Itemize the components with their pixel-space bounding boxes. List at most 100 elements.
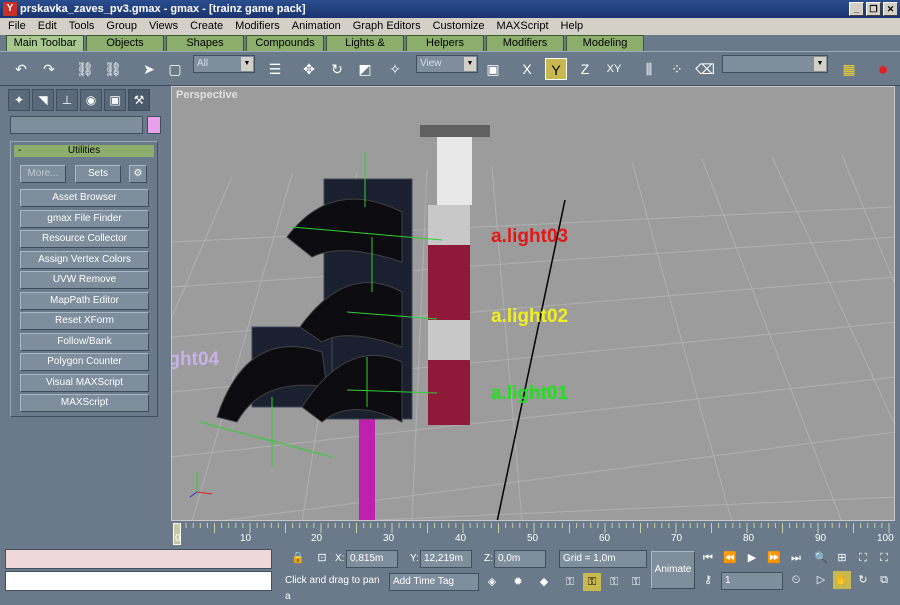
maxscript-output-mini[interactable] bbox=[5, 571, 272, 591]
perspective-viewport[interactable]: Perspective a.light03 a.light02 a.light0… bbox=[171, 86, 895, 521]
time-slider[interactable]: 0 10 20 30 40 50 60 70 80 90 100 bbox=[171, 521, 895, 547]
close-button[interactable]: ✕ bbox=[883, 2, 898, 16]
add-time-tag-button[interactable]: Add Time Tag bbox=[389, 573, 479, 591]
menu-graph-editors[interactable]: Graph Editors bbox=[347, 18, 427, 35]
select-arrow-icon[interactable]: ➤ bbox=[138, 58, 160, 80]
utilities-tab-icon[interactable]: ⚒ bbox=[128, 89, 150, 111]
animate-button[interactable]: Animate bbox=[651, 551, 695, 589]
select-region-icon[interactable]: ▢ bbox=[164, 58, 186, 80]
goto-start-icon[interactable]: ⏮ bbox=[699, 549, 717, 567]
eraser-icon[interactable]: ⌫ bbox=[694, 58, 716, 80]
keyframe-icon[interactable]: ⚿ bbox=[583, 573, 601, 591]
object-color-swatch[interactable] bbox=[147, 116, 161, 134]
restore-button[interactable]: ❐ bbox=[866, 2, 881, 16]
field-of-view-icon[interactable]: ▷ bbox=[812, 571, 830, 589]
hierarchy-tab-icon[interactable]: ⊥ bbox=[56, 89, 78, 111]
tab-helpers[interactable]: Helpers bbox=[406, 35, 484, 51]
uvw-remove-button[interactable]: UVW Remove bbox=[20, 271, 149, 289]
tab-modifiers[interactable]: Modifiers bbox=[486, 35, 564, 51]
menu-maxscript[interactable]: MAXScript bbox=[491, 18, 555, 35]
z-coordinate-field[interactable]: 0,0m bbox=[494, 550, 546, 568]
assign-vertex-colors-button[interactable]: Assign Vertex Colors bbox=[20, 251, 149, 269]
gmax-app-icon[interactable]: Y bbox=[3, 2, 17, 16]
select-by-name-icon[interactable]: ☰ bbox=[264, 58, 286, 80]
zoom-all-icon[interactable]: ⊞ bbox=[833, 549, 851, 567]
tab-objects[interactable]: Objects bbox=[86, 35, 164, 51]
maxscript-listener-mini[interactable] bbox=[5, 549, 272, 569]
key-mode-toggle-icon[interactable]: ⚷ bbox=[699, 571, 717, 589]
motion-tab-icon[interactable]: ◉ bbox=[80, 89, 102, 111]
cube-icon[interactable]: ◆ bbox=[535, 573, 553, 591]
menu-tools[interactable]: Tools bbox=[63, 18, 101, 35]
sets-button[interactable]: Sets bbox=[75, 165, 121, 183]
goto-end-icon[interactable]: ⏭ bbox=[787, 549, 805, 567]
mirror-icon[interactable]: ⫼ bbox=[638, 58, 660, 80]
menu-group[interactable]: Group bbox=[100, 18, 143, 35]
zoom-extents-icon[interactable]: ⛶ bbox=[854, 549, 872, 567]
asset-browser-button[interactable]: Asset Browser bbox=[20, 189, 149, 207]
rotate-icon[interactable]: ↻ bbox=[326, 58, 348, 80]
play-icon[interactable]: ▶ bbox=[743, 549, 761, 567]
undo-icon[interactable]: ↶ bbox=[10, 58, 32, 80]
maxscript-button[interactable]: MAXScript bbox=[20, 394, 149, 412]
menu-customize[interactable]: Customize bbox=[427, 18, 491, 35]
menu-modifiers[interactable]: Modifiers bbox=[229, 18, 286, 35]
tab-compounds[interactable]: Compounds bbox=[246, 35, 324, 51]
snap-toggle-icon[interactable]: ✹ bbox=[509, 573, 527, 591]
key-icon[interactable]: ⚿ bbox=[561, 573, 579, 591]
array-icon[interactable]: ⁘ bbox=[666, 58, 688, 80]
menu-views[interactable]: Views bbox=[143, 18, 184, 35]
gmax-file-finder-button[interactable]: gmax File Finder bbox=[20, 210, 149, 228]
pan-hand-icon[interactable]: ✋ bbox=[833, 571, 851, 589]
display-tab-icon[interactable]: ▣ bbox=[104, 89, 126, 111]
lock-selection-icon[interactable]: 🔒 bbox=[289, 549, 307, 567]
follow-bank-button[interactable]: Follow/Bank bbox=[20, 333, 149, 351]
tab-shapes[interactable]: Shapes bbox=[166, 35, 244, 51]
maximize-viewport-icon[interactable]: ⧉ bbox=[875, 571, 893, 589]
modify-tab-icon[interactable]: ◥ bbox=[32, 89, 54, 111]
snap-icon[interactable]: ✧ bbox=[384, 58, 406, 80]
viewport-label[interactable]: Perspective bbox=[176, 89, 238, 101]
axis-x-icon[interactable]: X bbox=[516, 58, 538, 80]
move-icon[interactable]: ✥ bbox=[298, 58, 320, 80]
tab-modeling[interactable]: Modeling bbox=[566, 35, 644, 51]
axis-z-icon[interactable]: Z bbox=[574, 58, 596, 80]
render-teapot-icon[interactable]: ● bbox=[872, 58, 894, 80]
prev-frame-icon[interactable]: ⏪ bbox=[721, 549, 739, 567]
redo-icon[interactable]: ↷ bbox=[38, 58, 60, 80]
more-button[interactable]: More... bbox=[20, 165, 66, 183]
menu-edit[interactable]: Edit bbox=[32, 18, 63, 35]
zoom-icon[interactable]: 🔍 bbox=[812, 549, 830, 567]
configure-sets-icon[interactable]: ⚙ bbox=[129, 165, 147, 183]
mappath-editor-button[interactable]: MapPath Editor bbox=[20, 292, 149, 310]
tab-main-toolbar[interactable]: Main Toolbar bbox=[6, 35, 84, 51]
visual-maxscript-button[interactable]: Visual MAXScript bbox=[20, 374, 149, 392]
current-frame-field[interactable]: 1 bbox=[721, 572, 783, 590]
y-coordinate-field[interactable]: 12,219m bbox=[420, 550, 472, 568]
menu-file[interactable]: File bbox=[2, 18, 32, 35]
key-filter-icon[interactable]: ⚿ bbox=[605, 573, 623, 591]
arc-rotate-icon[interactable]: ↻ bbox=[854, 571, 872, 589]
key-mode-icon[interactable]: ⚿ bbox=[627, 573, 645, 591]
menu-animation[interactable]: Animation bbox=[286, 18, 347, 35]
selection-filter-dropdown[interactable]: All ▼ bbox=[193, 55, 255, 73]
minimize-button[interactable]: _ bbox=[849, 2, 864, 16]
pivot-icon[interactable]: ▣ bbox=[482, 58, 504, 80]
resource-collector-button[interactable]: Resource Collector bbox=[20, 230, 149, 248]
link-icon[interactable]: ⛓ bbox=[74, 58, 96, 80]
align-icon[interactable]: ▦ bbox=[838, 58, 860, 80]
x-coordinate-field[interactable]: 0,815m bbox=[346, 550, 398, 568]
next-frame-icon[interactable]: ⏩ bbox=[765, 549, 783, 567]
utilities-rollout-header[interactable]: - Utilities bbox=[14, 145, 154, 157]
object-name-field[interactable] bbox=[10, 116, 143, 134]
unlink-icon[interactable]: ⛓ bbox=[102, 58, 124, 80]
menu-help[interactable]: Help bbox=[555, 18, 590, 35]
scale-icon[interactable]: ◩ bbox=[354, 58, 376, 80]
zoom-extents-all-icon[interactable]: ⛶ bbox=[875, 549, 893, 567]
reset-xform-button[interactable]: Reset XForm bbox=[20, 312, 149, 330]
selection-lock-icon[interactable]: ◈ bbox=[483, 573, 501, 591]
create-tab-icon[interactable]: ✦ bbox=[8, 89, 30, 111]
absolute-mode-icon[interactable]: ⊡ bbox=[313, 549, 331, 567]
menu-create[interactable]: Create bbox=[184, 18, 229, 35]
ref-coord-dropdown[interactable]: View ▼ bbox=[416, 55, 478, 73]
